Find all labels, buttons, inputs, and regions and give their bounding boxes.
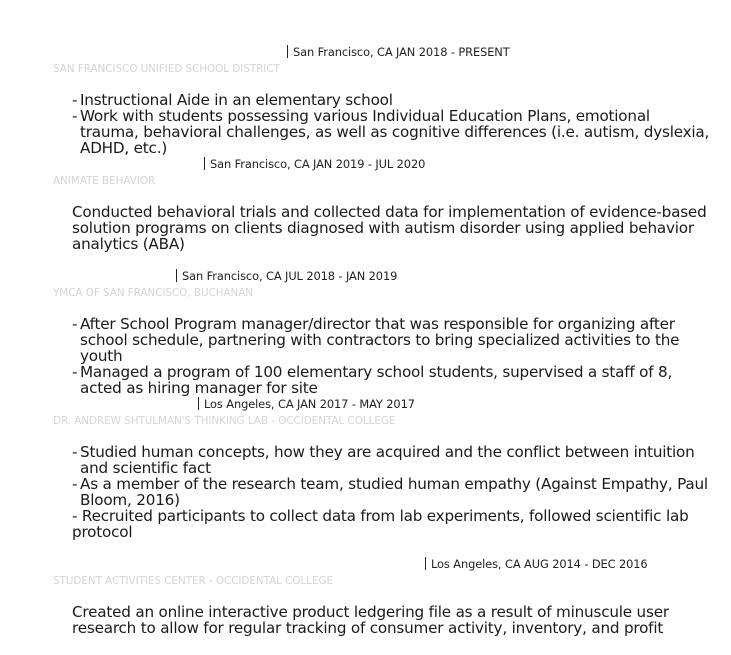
bullet-text: Work with students possessing various In… (80, 107, 710, 157)
entry-5-location-date: Los Angeles, CA AUG 2014 - DEC 2016 (425, 557, 648, 571)
entry-1-description: - Instructional Aide in an elementary sch… (72, 92, 712, 156)
entry-3-description: - After School Program manager/director t… (72, 316, 712, 396)
entry-1-organization: SAN FRANCISCO UNIFIED SCHOOL DISTRICT (53, 63, 280, 75)
divider-bar (287, 45, 288, 58)
bullet-text: Managed a program of 100 elementary scho… (80, 363, 673, 397)
bullet-list: - After School Program manager/director t… (72, 316, 712, 396)
divider-bar (425, 557, 426, 570)
entry-4-location-date: Los Angeles, CA JAN 2017 - MAY 2017 (198, 397, 415, 411)
entry-2-location-date: San Francisco, CA JAN 2019 - JUL 2020 (204, 157, 425, 171)
list-item: - Managed a program of 100 elementary sch… (72, 363, 673, 397)
location-date-text: Los Angeles, CA JAN 2017 - MAY 2017 (204, 397, 415, 411)
bullet-text: Recruited participants to collect data f… (81, 507, 689, 525)
divider-bar (204, 157, 205, 170)
location-date-text: Los Angeles, CA AUG 2014 - DEC 2016 (431, 557, 648, 571)
bullet-text: As a member of the research team, studie… (80, 475, 708, 509)
entry-4-organization: DR. ANDREW SHTULMAN'S THINKING LAB - OCC… (53, 415, 396, 427)
entry-2-description: Conducted behavioral trials and collecte… (72, 204, 712, 252)
description-text: Conducted behavioral trials and collecte… (72, 203, 707, 253)
divider-bar (176, 269, 177, 282)
description-text: - Recruited participants to collect data… (72, 507, 689, 541)
entry-5-organization: STUDENT ACTIVITIES CENTER - OCCIDENTAL C… (53, 575, 333, 587)
list-item: - As a member of the research team, studi… (72, 475, 708, 509)
description-text: Created an online interactive product le… (72, 603, 669, 637)
bullet-text: Studied human concepts, how they are acq… (80, 443, 695, 477)
entry-3-location-date: San Francisco, CA JUL 2018 - JAN 2019 (176, 269, 397, 283)
entry-2-organization: ANIMATE BEHAVIOR (53, 175, 156, 187)
bullet-list: - Studied human concepts, how they are ac… (72, 444, 712, 508)
divider-bar (198, 397, 199, 410)
entry-5-description: Created an online interactive product le… (72, 604, 712, 636)
bullet-list: - Instructional Aide in an elementary sch… (72, 92, 712, 156)
list-item: - Work with students possessing various I… (72, 107, 710, 157)
list-item: - After School Program manager/director t… (72, 315, 680, 365)
bullet-text: After School Program manager/director th… (80, 315, 680, 365)
location-date-text: San Francisco, CA JAN 2019 - JUL 2020 (210, 157, 426, 171)
location-date-text: San Francisco, CA JAN 2018 - PRESENT (293, 45, 510, 59)
entry-3-organization: YMCA OF SAN FRANCISCO, BUCHANAN (53, 287, 254, 299)
location-date-text: San Francisco, CA JUL 2018 - JAN 2019 (182, 269, 398, 283)
list-item: - Studied human concepts, how they are ac… (72, 443, 695, 477)
bullet-text-continued: protocol (72, 523, 133, 541)
entry-1-location-date: San Francisco, CA JAN 2018 - PRESENT (287, 45, 510, 59)
entry-4-description: - Studied human concepts, how they are ac… (72, 444, 712, 540)
list-item: - Instructional Aide in an elementary sch… (72, 91, 393, 109)
